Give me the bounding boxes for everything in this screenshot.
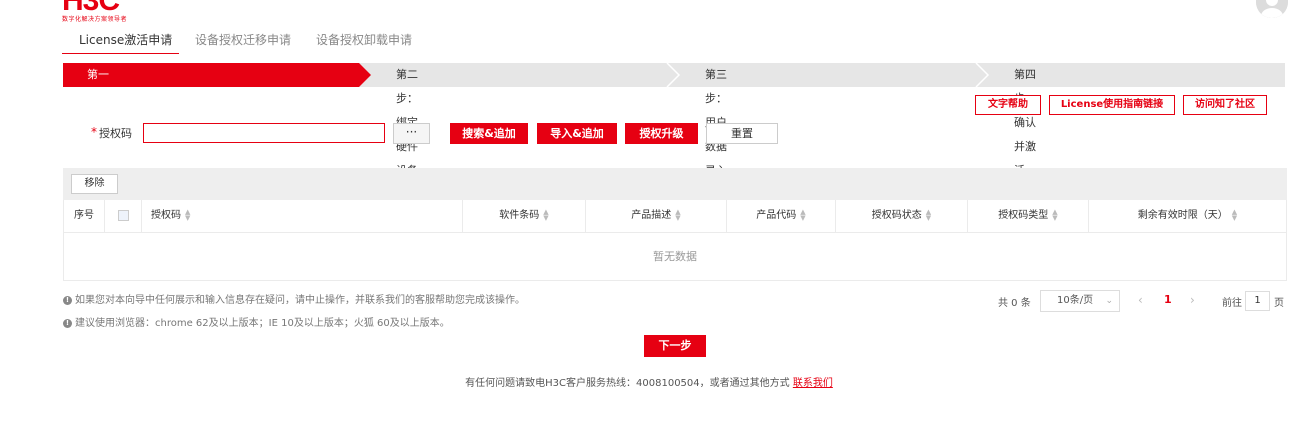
sort-icon[interactable]: ▲ ▼ bbox=[1052, 209, 1057, 222]
page-size-select[interactable]: 10条/页 ⌄ bbox=[1040, 290, 1120, 312]
page-number-current[interactable]: 1 bbox=[1164, 293, 1172, 306]
more-options-button[interactable]: ··· bbox=[393, 123, 430, 144]
col-code[interactable]: 授权码 ▲ ▼ bbox=[142, 200, 463, 232]
remove-button[interactable]: 移除 bbox=[71, 174, 118, 194]
sort-icon[interactable]: ▲ ▼ bbox=[543, 209, 548, 222]
footer: 有任何问题请致电H3C客户服务热线：4008100504，或者通过其他方式 联系… bbox=[0, 374, 1298, 389]
sort-icon[interactable]: ▲ ▼ bbox=[926, 209, 931, 222]
empty-text: 暂无数据 bbox=[653, 250, 697, 263]
user-avatar-icon[interactable] bbox=[1256, 0, 1288, 18]
col-code-type-label: 授权码类型 bbox=[998, 210, 1049, 221]
tab-license-activation[interactable]: License激活申请 bbox=[79, 31, 172, 53]
reset-button[interactable]: 重置 bbox=[706, 123, 778, 144]
import-add-button[interactable]: 导入&追加 bbox=[537, 123, 617, 144]
step-4-label: 第四步：确认并激活 bbox=[1014, 68, 1036, 177]
license-guide-button[interactable]: License使用指南链接 bbox=[1049, 95, 1175, 115]
note-1-text: 如果您对本向导中任何展示和输入信息存在疑问，请中止操作，并联系我们的客服帮助您完… bbox=[75, 295, 525, 306]
text-help-button[interactable]: 文字帮助 bbox=[975, 95, 1041, 115]
next-step-button[interactable]: 下一步 bbox=[644, 335, 706, 357]
tab-device-uninstall[interactable]: 设备授权卸载申请 bbox=[316, 31, 412, 53]
col-product-code-label: 产品代码 bbox=[756, 210, 797, 221]
next-page-icon[interactable]: › bbox=[1190, 293, 1195, 307]
sort-icon[interactable]: ▲ ▼ bbox=[800, 209, 805, 222]
steps-background bbox=[63, 63, 1285, 87]
sort-icon[interactable]: ▲ ▼ bbox=[675, 209, 680, 222]
note-line-1: ! 如果您对本向导中任何展示和输入信息存在疑问，请中止操作，并联系我们的客服帮助您… bbox=[63, 291, 525, 306]
note-line-2: ! 建议使用浏览器：chrome 62及以上版本；IE 10及以上版本；火狐 60… bbox=[63, 314, 450, 329]
h3c-logo[interactable]: H3C 数字化解决方案领导者 bbox=[62, 0, 152, 23]
step-1-shape bbox=[63, 63, 371, 87]
sort-icon[interactable]: ▲ ▼ bbox=[185, 209, 190, 222]
table-header: 序号 授权码 ▲ ▼ 软件条码 ▲ ▼ 产品描述 ▲ ▼ 产品代码 ▲ ▼ 授权码状态 ▲ ▼ 授权… bbox=[63, 200, 1287, 233]
col-remaining-label: 剩余有效时限（天） bbox=[1137, 210, 1228, 221]
step-1-label: 第一步：输入授权信息 bbox=[87, 68, 109, 177]
col-product-desc-label: 产品描述 bbox=[631, 210, 672, 221]
col-product-code[interactable]: 产品代码 ▲ ▼ bbox=[727, 200, 836, 232]
goto-label: 前往 bbox=[1222, 298, 1242, 309]
goto-page-input[interactable]: 1 bbox=[1245, 291, 1270, 311]
upgrade-button[interactable]: 授权升级 bbox=[625, 123, 698, 144]
col-code-status[interactable]: 授权码状态 ▲ ▼ bbox=[836, 200, 968, 232]
footer-text: 有任何问题请致电H3C客户服务热线：4008100504，或者通过其他方式 bbox=[465, 378, 790, 389]
col-select-all bbox=[105, 200, 142, 232]
logo-tagline: 数字化解决方案领导者 bbox=[62, 16, 128, 23]
col-index-label: 序号 bbox=[74, 210, 94, 221]
col-code-type[interactable]: 授权码类型 ▲ ▼ bbox=[968, 200, 1089, 232]
col-code-status-label: 授权码状态 bbox=[871, 210, 922, 221]
search-add-button[interactable]: 搜索&追加 bbox=[450, 123, 528, 144]
sort-icon[interactable]: ▲ ▼ bbox=[1232, 209, 1237, 222]
col-index: 序号 bbox=[64, 200, 105, 232]
col-barcode[interactable]: 软件条码 ▲ ▼ bbox=[463, 200, 586, 232]
community-button[interactable]: 访问知了社区 bbox=[1183, 95, 1267, 115]
goto-unit: 页 bbox=[1274, 298, 1284, 309]
contact-us-link[interactable]: 联系我们 bbox=[793, 378, 833, 389]
active-tab-indicator bbox=[62, 53, 179, 54]
pagination-total: 共 0 条 bbox=[998, 298, 1031, 309]
col-barcode-label: 软件条码 bbox=[499, 210, 540, 221]
table-toolbar bbox=[63, 168, 1287, 200]
col-remaining[interactable]: 剩余有效时限（天） ▲ ▼ bbox=[1089, 200, 1286, 232]
col-code-label: 授权码 bbox=[151, 210, 181, 221]
table-body: 暂无数据 bbox=[63, 233, 1287, 281]
prev-page-icon[interactable]: ‹ bbox=[1138, 293, 1143, 307]
required-mark: * bbox=[91, 125, 97, 139]
col-product-desc[interactable]: 产品描述 ▲ ▼ bbox=[586, 200, 727, 232]
auth-code-input[interactable] bbox=[143, 123, 385, 143]
page-size-value: 10条/页 bbox=[1057, 295, 1094, 306]
info-icon: ! bbox=[63, 295, 72, 305]
chevron-down-icon: ⌄ bbox=[1105, 296, 1113, 306]
info-icon: ! bbox=[63, 318, 72, 328]
note-2-text: 建议使用浏览器：chrome 62及以上版本；IE 10及以上版本；火狐 60及… bbox=[75, 318, 450, 329]
select-all-checkbox[interactable] bbox=[117, 209, 129, 221]
wizard-steps: 第一步：输入授权信息 第二步：绑定硬件设备 第三步：用户数据录入 第四步：确认并… bbox=[63, 63, 1285, 177]
auth-code-label: 授权码 bbox=[99, 127, 132, 140]
tab-device-migration[interactable]: 设备授权迁移申请 bbox=[195, 31, 291, 53]
